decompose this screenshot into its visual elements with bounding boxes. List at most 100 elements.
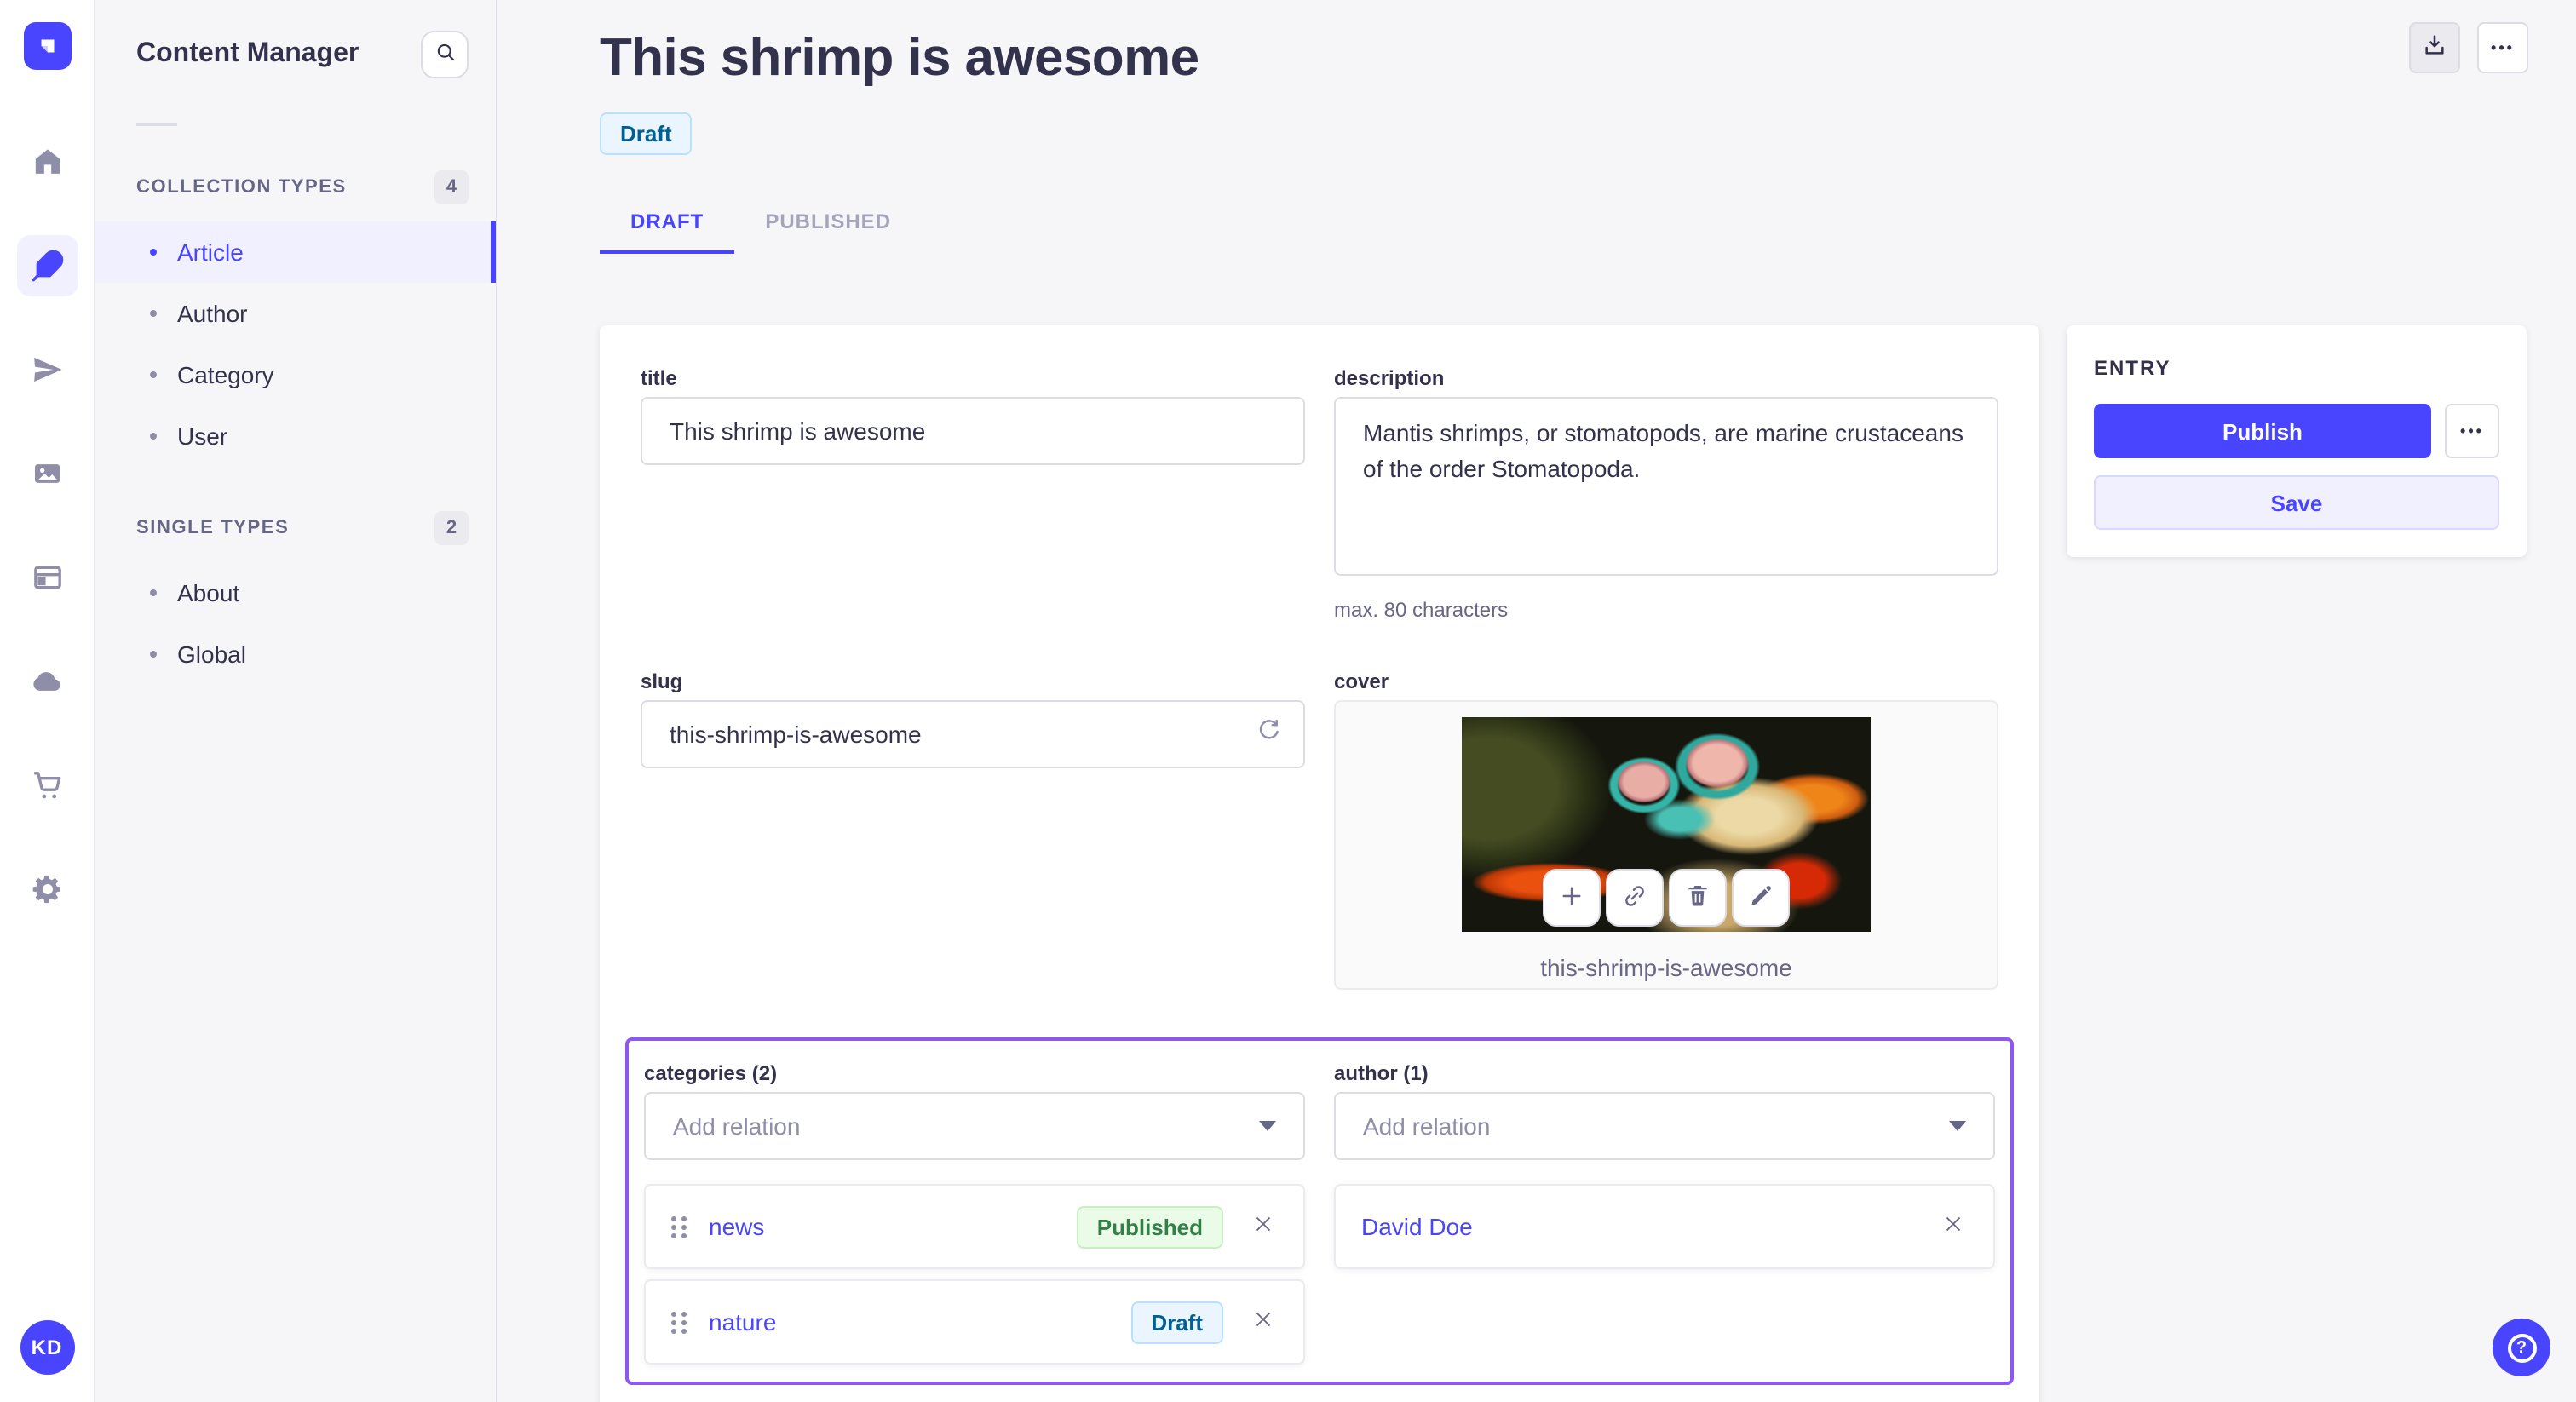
download-icon (2421, 32, 2448, 64)
section-label: SINGLE TYPES (136, 518, 290, 538)
trash-icon (1684, 882, 1711, 914)
media-library-icon[interactable] (16, 443, 78, 504)
feather-icon[interactable] (16, 235, 78, 296)
home-icon[interactable] (16, 131, 78, 192)
edit-asset-button[interactable] (1732, 869, 1790, 927)
subnav: Content Manager COLLECTION TYPES 4 Artic… (95, 0, 497, 1402)
sidebar-item-author[interactable]: Author (95, 283, 496, 344)
sidebar-item-user[interactable]: User (95, 405, 496, 467)
entry-panel-title: ENTRY (2094, 356, 2171, 380)
sidebar-item-about[interactable]: About (95, 562, 496, 623)
relation-link[interactable]: David Doe (1361, 1213, 1473, 1240)
description-hint: max. 80 characters (1334, 598, 1509, 622)
main-area: ••• This shrimp is awesome Draft DRAFT P… (497, 0, 2576, 1402)
close-icon (1250, 1211, 1275, 1242)
remove-relation-button[interactable] (1937, 1211, 1968, 1242)
title-field: title (641, 366, 1305, 622)
remove-relation-button[interactable] (1247, 1307, 1278, 1337)
tabs: DRAFT PUBLISHED (600, 196, 2528, 254)
link-icon (1621, 882, 1648, 914)
author-relation-select[interactable]: Add relation (1334, 1092, 1995, 1160)
bullet-icon (150, 310, 157, 317)
sidebar-item-label: About (177, 579, 240, 606)
relation-status-badge: Published (1076, 1205, 1223, 1248)
author-field: author (1) Add relation David Doe (1334, 1061, 1995, 1365)
tab-draft[interactable]: DRAFT (600, 196, 735, 254)
gear-icon[interactable] (16, 859, 78, 920)
categories-field: categories (2) Add relation news Publish… (644, 1061, 1305, 1365)
bullet-icon (150, 249, 157, 256)
close-icon (1940, 1211, 1965, 1242)
strapi-logo-icon[interactable] (23, 22, 71, 70)
regenerate-slug-button[interactable] (1251, 717, 1285, 751)
header-actions: ••• (2409, 22, 2528, 73)
close-icon (1250, 1307, 1275, 1337)
publish-button[interactable]: Publish (2094, 404, 2431, 458)
save-button[interactable]: Save (2094, 475, 2499, 530)
sidebar-item-category[interactable]: Category (95, 344, 496, 405)
author-label: author (1) (1334, 1061, 1429, 1085)
sidebar-item-article[interactable]: Article (95, 221, 496, 283)
relation-row-david-doe: David Doe (1334, 1184, 1995, 1269)
copy-link-button[interactable] (1606, 869, 1664, 927)
more-icon: ••• (2460, 422, 2484, 440)
more-icon: ••• (2491, 39, 2515, 56)
help-button[interactable]: ? (2493, 1319, 2550, 1376)
slug-input[interactable] (641, 700, 1305, 768)
bullet-icon (150, 371, 157, 378)
remove-relation-button[interactable] (1247, 1211, 1278, 1242)
description-field: description Mantis shrimps, or stomatopo… (1334, 366, 1998, 622)
categories-label: categories (2) (644, 1061, 778, 1085)
relation-status-badge: Draft (1130, 1301, 1223, 1343)
drag-handle-icon[interactable] (671, 1215, 687, 1238)
status-badge: Draft (600, 112, 693, 155)
cover-field: cover this-shrimp-is-awesome (1334, 669, 1998, 990)
section-count-badge: 2 (434, 511, 469, 545)
rail-nav (16, 131, 78, 1320)
cover-filename: this-shrimp-is-awesome (1540, 954, 1792, 981)
sidebar-item-label: Author (177, 300, 248, 327)
select-placeholder: Add relation (673, 1112, 801, 1140)
page-title: This shrimp is awesome (600, 27, 1199, 87)
avatar[interactable]: KD (20, 1320, 74, 1375)
slug-field: slug (641, 669, 1305, 990)
paper-plane-icon[interactable] (16, 339, 78, 400)
section-label: COLLECTION TYPES (136, 177, 347, 198)
entry-more-button[interactable]: ••• (2445, 404, 2499, 458)
icon-rail: KD (0, 0, 95, 1402)
relations-section: categories (2) Add relation news Publish… (625, 1037, 2014, 1385)
relation-link[interactable]: news (709, 1213, 764, 1240)
title-input[interactable] (641, 397, 1305, 465)
select-placeholder: Add relation (1363, 1112, 1491, 1140)
categories-relation-select[interactable]: Add relation (644, 1092, 1305, 1160)
layout-icon[interactable] (16, 547, 78, 608)
sidebar-item-label: Category (177, 361, 274, 388)
search-button[interactable] (421, 31, 469, 78)
cloud-icon[interactable] (16, 651, 78, 712)
app-window: KD Content Manager COLLECTION TYPES 4 Ar… (0, 0, 2576, 1402)
bullet-icon (150, 589, 157, 596)
cart-icon[interactable] (16, 755, 78, 816)
refresh-icon (1253, 719, 1282, 751)
slug-label: slug (641, 669, 683, 693)
chevron-down-icon (1259, 1121, 1276, 1131)
drag-handle-icon[interactable] (671, 1311, 687, 1333)
cover-uploader: this-shrimp-is-awesome (1334, 700, 1998, 990)
add-asset-button[interactable] (1543, 869, 1601, 927)
delete-asset-button[interactable] (1669, 869, 1727, 927)
question-mark-icon: ? (2507, 1333, 2536, 1362)
download-button[interactable] (2409, 22, 2460, 73)
tab-published[interactable]: PUBLISHED (734, 196, 922, 254)
edit-form-card: title description Mantis shrimps, or sto… (600, 325, 2039, 1402)
cover-label: cover (1334, 669, 1389, 693)
sidebar-item-label: Global (177, 641, 246, 668)
description-input[interactable]: Mantis shrimps, or stomatopods, are mari… (1334, 397, 1998, 576)
section-count-badge: 4 (434, 170, 469, 204)
more-button[interactable]: ••• (2477, 22, 2528, 73)
relation-link[interactable]: nature (709, 1308, 776, 1336)
subnav-title: Content Manager (136, 39, 359, 68)
sidebar-item-label: User (177, 422, 228, 450)
relation-row-news: news Published (644, 1184, 1305, 1269)
sidebar-item-label: Article (177, 238, 244, 266)
sidebar-item-global[interactable]: Global (95, 623, 496, 685)
